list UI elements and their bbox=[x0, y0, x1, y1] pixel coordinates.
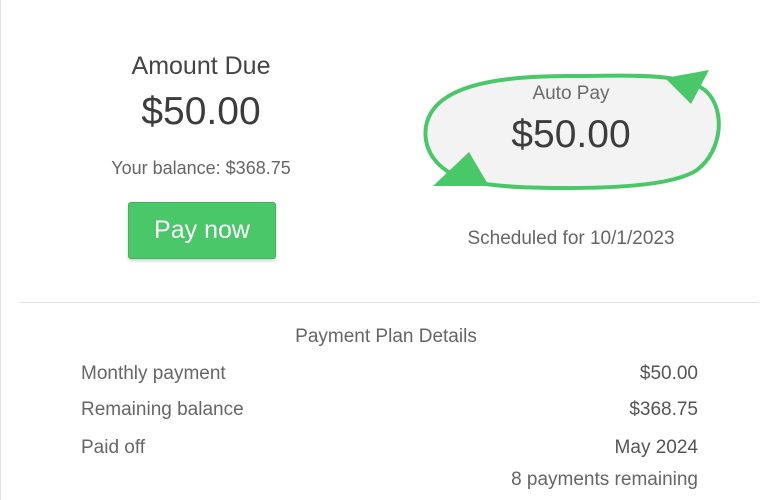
plan-row-label: Monthly payment bbox=[81, 363, 226, 384]
plan-row-paid-off: Paid off May 2024 bbox=[81, 437, 698, 463]
balance-text: Your balance: $368.75 bbox=[111, 158, 291, 178]
plan-row-monthly-payment: Monthly payment $50.00 bbox=[81, 363, 698, 389]
plan-row-value: $50.00 bbox=[639, 363, 698, 384]
plan-row-remaining-balance: Remaining balance $368.75 bbox=[81, 399, 698, 425]
autopay-value: $50.00 bbox=[511, 113, 631, 156]
autopay-label: Auto Pay bbox=[532, 83, 610, 104]
plan-row-label: Paid off bbox=[81, 437, 146, 458]
amount-due-value: $50.00 bbox=[141, 90, 261, 133]
payments-remaining-text: 8 payments remaining bbox=[511, 469, 698, 490]
plan-row-value: $368.75 bbox=[629, 399, 698, 420]
payment-plan-title: Payment Plan Details bbox=[295, 326, 477, 347]
plan-row-label: Remaining balance bbox=[81, 399, 244, 420]
plan-row-value: May 2024 bbox=[614, 437, 698, 458]
autopay-scheduled-text: Scheduled for 10/1/2023 bbox=[467, 228, 675, 249]
amount-due-title: Amount Due bbox=[131, 52, 271, 80]
payment-summary-card: Amount Due $50.00 Your balance: $368.75 … bbox=[0, 0, 770, 500]
pay-now-button[interactable]: Pay now bbox=[128, 202, 276, 259]
section-divider bbox=[19, 302, 759, 303]
